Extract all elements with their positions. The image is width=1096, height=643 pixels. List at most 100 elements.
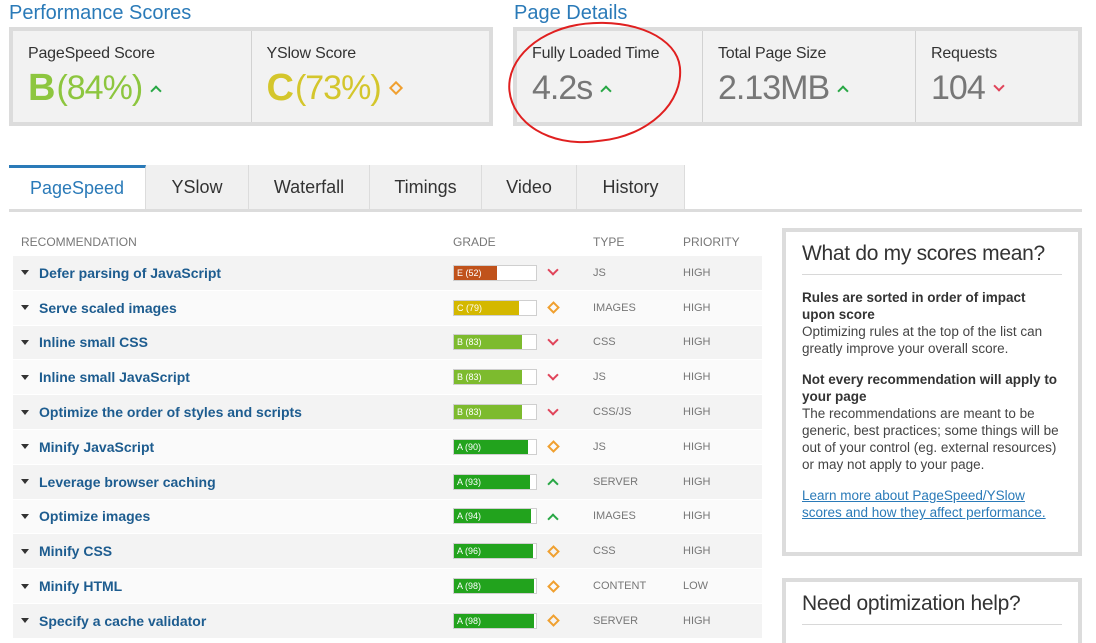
grade-cell: A (90): [453, 438, 593, 455]
trend-up-icon: [600, 85, 612, 97]
grade-cell: E (52): [453, 264, 593, 281]
grade-bar-fill: A (90): [454, 439, 528, 454]
trend-neutral-icon: [546, 544, 560, 558]
grade-bar: A (94): [453, 508, 537, 525]
grade-cell: A (94): [453, 508, 593, 525]
table-row[interactable]: Minify CSS A (96) CSS HIGH: [13, 534, 762, 570]
table-row[interactable]: Inline small JavaScript B (83) JS HIGH: [13, 360, 762, 396]
priority-cell: HIGH: [683, 371, 711, 384]
table-row[interactable]: Serve scaled images C (79) IMAGES HIGH: [13, 290, 762, 326]
tab-timings[interactable]: Timings: [370, 165, 482, 209]
expand-caret-icon[interactable]: [21, 548, 29, 554]
performance-scores-panel: PageSpeed Score B (84%) YSlow Score C (7…: [9, 27, 493, 126]
trend-indicator: [543, 543, 563, 559]
expand-caret-icon[interactable]: [21, 479, 29, 485]
priority-cell: HIGH: [683, 614, 711, 627]
trend-down-icon: [547, 403, 559, 416]
recommendation-name[interactable]: Optimize the order of styles and scripts: [13, 404, 453, 420]
learn-more-link[interactable]: Learn more about PageSpeed/YSlow scores …: [802, 487, 1062, 521]
tab-pagespeed[interactable]: PageSpeed: [9, 165, 146, 209]
recommendation-name[interactable]: Inline small CSS: [13, 334, 453, 350]
trend-indicator: [543, 334, 563, 350]
expand-caret-icon[interactable]: [21, 409, 29, 415]
report-tabs: PageSpeed YSlow Waterfall Timings Video Histo…: [9, 165, 1082, 212]
grade-cell: B (83): [453, 403, 593, 421]
load-time-value: 4.2s: [532, 68, 593, 107]
trend-up-icon: [837, 85, 849, 97]
recommendation-name[interactable]: Defer parsing of JavaScript: [13, 265, 453, 281]
grade-cell: A (98): [453, 578, 593, 595]
header-grade[interactable]: GRADE: [453, 235, 593, 249]
grade-bar: A (90): [453, 438, 537, 455]
table-row[interactable]: Inline small CSS B (83) CSS HIGH: [13, 325, 762, 361]
yslow-score: YSlow Score C (73%): [252, 31, 490, 122]
type-cell: JS: [593, 440, 606, 453]
table-row[interactable]: Leverage browser caching A (93) SERVER HIGH: [13, 464, 762, 500]
expand-caret-icon[interactable]: [21, 305, 29, 311]
type-cell: IMAGES: [593, 510, 636, 523]
tab-waterfall[interactable]: Waterfall: [249, 165, 370, 209]
expand-caret-icon[interactable]: [21, 270, 29, 276]
grade-bar-fill: B (83): [454, 370, 523, 385]
recommendation-name[interactable]: Minify HTML: [13, 578, 453, 594]
recommendation-name[interactable]: Minify JavaScript: [13, 439, 453, 455]
grade-cell: A (96): [453, 543, 593, 560]
header-priority[interactable]: PRIORITY: [683, 235, 762, 249]
load-time-label: Fully Loaded Time: [532, 45, 660, 62]
grade-bar-fill: A (98): [454, 613, 535, 628]
recommendation-label: Leverage browser caching: [39, 473, 216, 490]
expand-caret-icon[interactable]: [21, 339, 29, 345]
trend-indicator: [543, 578, 563, 594]
table-row[interactable]: Defer parsing of JavaScript E (52) JS HIGH: [13, 256, 762, 291]
page-details-panel: Fully Loaded Time 4.2s Total Page Size 2…: [513, 27, 1082, 126]
recommendation-name[interactable]: Serve scaled images: [13, 300, 453, 316]
rule2-title: Not every recommendation will apply to y…: [802, 372, 1058, 404]
trend-neutral-icon: [546, 614, 560, 628]
grade-cell: B (83): [453, 334, 593, 351]
expand-caret-icon[interactable]: [21, 444, 29, 450]
type-cell: SERVER: [593, 475, 639, 488]
page-details-title: Page Details: [514, 2, 628, 24]
type-cell: SERVER: [593, 614, 639, 627]
page-size-label: Total Page Size: [718, 45, 827, 62]
type-cell: JS: [593, 266, 606, 279]
recommendation-name[interactable]: Optimize images: [13, 508, 453, 524]
trend-indicator: [543, 403, 563, 420]
yslow-grade: C: [266, 66, 294, 109]
recommendation-label: Optimize the order of styles and scripts: [39, 404, 302, 421]
header-type[interactable]: TYPE: [593, 235, 683, 249]
recommendation-name[interactable]: Specify a cache validator: [13, 613, 453, 629]
requests-label: Requests: [931, 45, 997, 62]
recommendation-name[interactable]: Leverage browser caching: [13, 474, 453, 490]
expand-caret-icon[interactable]: [21, 583, 29, 589]
grade-bar-fill: B (83): [454, 405, 523, 420]
priority-cell: HIGH: [683, 266, 711, 279]
header-recommendation[interactable]: RECOMMENDATION: [13, 235, 453, 249]
table-body: Defer parsing of JavaScript E (52) JS HIGH S…: [13, 256, 762, 639]
priority-cell: HIGH: [683, 336, 711, 349]
table-row[interactable]: Optimize the order of styles and scripts…: [13, 395, 762, 430]
table-row[interactable]: Minify HTML A (98) CONTENT LOW: [13, 569, 762, 604]
recommendation-name[interactable]: Minify CSS: [13, 543, 453, 559]
grade-bar: E (52): [453, 264, 537, 281]
expand-caret-icon[interactable]: [21, 374, 29, 380]
grade-bar-fill: A (93): [454, 474, 531, 489]
grade-bar: B (83): [453, 334, 537, 351]
type-cell: CSS: [593, 545, 616, 558]
table-row[interactable]: Specify a cache validator A (98) SERVER HIG…: [13, 603, 762, 639]
priority-cell: HIGH: [683, 301, 711, 314]
recommendation-name[interactable]: Inline small JavaScript: [13, 369, 453, 385]
expand-caret-icon[interactable]: [21, 513, 29, 519]
table-row[interactable]: Optimize images A (94) IMAGES HIGH: [13, 499, 762, 535]
tab-history[interactable]: History: [577, 165, 685, 209]
grade-cell: A (93): [453, 473, 593, 490]
trend-down-icon: [547, 369, 559, 381]
expand-caret-icon[interactable]: [21, 618, 29, 624]
priority-cell: LOW: [683, 580, 709, 593]
type-cell: CSS: [593, 336, 616, 349]
recommendation-label: Serve scaled images: [39, 299, 177, 316]
requests: Requests 104: [916, 31, 1078, 122]
table-row[interactable]: Minify JavaScript A (90) JS HIGH: [13, 429, 762, 465]
tab-video[interactable]: Video: [482, 165, 577, 209]
tab-yslow[interactable]: YSlow: [146, 165, 249, 209]
